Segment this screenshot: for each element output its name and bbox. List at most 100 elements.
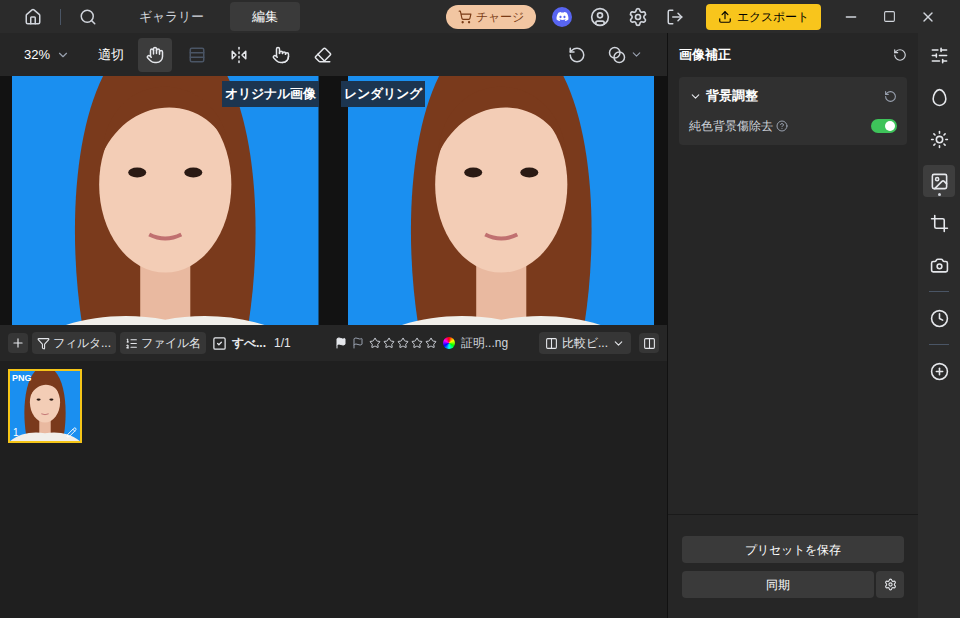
logout-icon[interactable] [666,8,684,26]
side-tab[interactable] [923,39,955,71]
side-tab[interactable] [923,123,955,155]
gear-icon [884,578,897,591]
divider [60,9,61,25]
filmstrip-bar: フィルタ...ファイル名すべ... 1/1 証明...ng 比較ビ... [0,325,667,361]
image-viewer: オリジナル画像レンダリング [0,76,667,325]
close-icon[interactable] [920,9,936,25]
app-window: ギャラリー編集チャージエクスポート32%適切オリジナル画像レンダリングフィルタ.… [0,0,960,618]
image-pane: オリジナル画像 [12,76,319,325]
panel-title: 画像補正 [679,45,731,65]
adjust-panel: 画像補正背景調整純色背景傷除去プリセットを保存同期 [667,33,918,618]
maximize-icon[interactable] [883,10,896,23]
file-name: 証明...ng [461,334,508,352]
sync-button[interactable]: 同期 [682,571,874,598]
charge-button[interactable]: チャージ [446,5,536,29]
color-label-icon[interactable] [443,337,455,349]
side-tab[interactable] [923,355,955,387]
tool-button[interactable] [138,38,172,72]
tool-button[interactable] [306,38,340,72]
chevron-down-icon [56,48,70,62]
sliders-icon [930,46,949,65]
view-mode-select[interactable]: 比較ビ... [539,332,631,354]
section-header[interactable]: 背景調整 [679,77,907,115]
fit-button[interactable]: 適切 [98,45,124,65]
thumbnail-index: 1 [13,425,19,440]
eraser-icon [314,46,332,64]
top-tab[interactable]: ギャラリー [117,2,226,32]
add-button[interactable] [8,333,28,353]
star-rating[interactable] [369,337,437,349]
star-icon [397,337,409,349]
rotate-icon[interactable] [568,46,586,64]
star-icon [411,337,423,349]
divider [929,344,949,345]
gear-icon[interactable] [628,7,648,27]
flip-icon [230,46,248,64]
upload-icon [718,10,732,24]
sync-settings-button[interactable] [876,571,904,598]
search-icon[interactable] [79,8,97,26]
user-icon[interactable] [590,7,610,27]
touch-icon [272,46,290,64]
history-icon [930,309,949,328]
editor-area: 32% 適切オリジナル画像レンダリングフィルタ...ファイル名すべ... 1/1 証明… [0,33,667,618]
toggle-switch[interactable] [871,119,897,133]
side-tab[interactable] [923,81,955,113]
reject-flag-icon[interactable] [352,337,364,349]
zoom-select[interactable]: 32% [24,45,70,65]
face-icon [930,88,949,107]
reset-icon[interactable] [884,90,897,103]
count: 1/1 [274,334,291,352]
compare-toggle[interactable] [639,333,659,353]
filter-icon [37,337,50,350]
toolbar: 32% 適切 [0,33,667,76]
sort-button[interactable]: ファイル名 [120,332,206,354]
title-bar: ギャラリー編集 チャージ エクスポート [0,0,960,33]
star-icon [425,337,437,349]
minimize-icon[interactable] [843,9,859,25]
help-icon[interactable] [776,120,788,132]
top-tab[interactable]: 編集 [230,2,300,32]
sun-icon [930,130,949,149]
sort-icon [125,337,138,350]
export-button[interactable]: エクスポート [706,4,821,30]
side-tab[interactable] [923,165,955,197]
reset-icon[interactable] [893,48,907,62]
chevron-down-icon [689,90,702,103]
format-badge: PNG [12,372,32,386]
tool-button[interactable] [180,38,214,72]
pane-label: レンダリング [341,81,425,107]
flag-icon[interactable] [335,337,347,349]
edited-icon [66,427,77,438]
hand-icon [146,46,164,64]
chevron-down-icon [630,48,643,61]
thumbnail[interactable]: PNG 1 [8,369,82,443]
divider [929,291,949,292]
overlap-icon [608,46,626,64]
photo [12,76,319,325]
add-icon [930,362,949,381]
photo [348,76,655,325]
tool-button[interactable] [264,38,298,72]
checkbox-checked-icon [212,336,227,351]
filter-button[interactable]: フィルタ... [32,332,116,354]
cart-icon [458,10,472,24]
side-tab[interactable] [923,207,955,239]
home-icon[interactable] [24,8,42,26]
chevron-down-icon [612,337,625,350]
active-dot [938,193,941,196]
crop-icon [930,214,949,233]
side-tab[interactable] [923,302,955,334]
view-icon [545,337,558,350]
image-icon [930,172,949,191]
save-preset-button[interactable]: プリセットを保存 [682,536,904,563]
discord-button[interactable] [552,7,572,27]
toggle-knob [885,121,895,131]
tool-button[interactable] [222,38,256,72]
grid-icon [188,46,206,64]
side-tabs [918,33,960,618]
select-all-checkbox[interactable]: すべ... [212,334,266,352]
side-tab[interactable] [923,249,955,281]
option-row: 純色背景傷除去 [679,115,907,137]
compare-menu[interactable] [608,46,643,64]
